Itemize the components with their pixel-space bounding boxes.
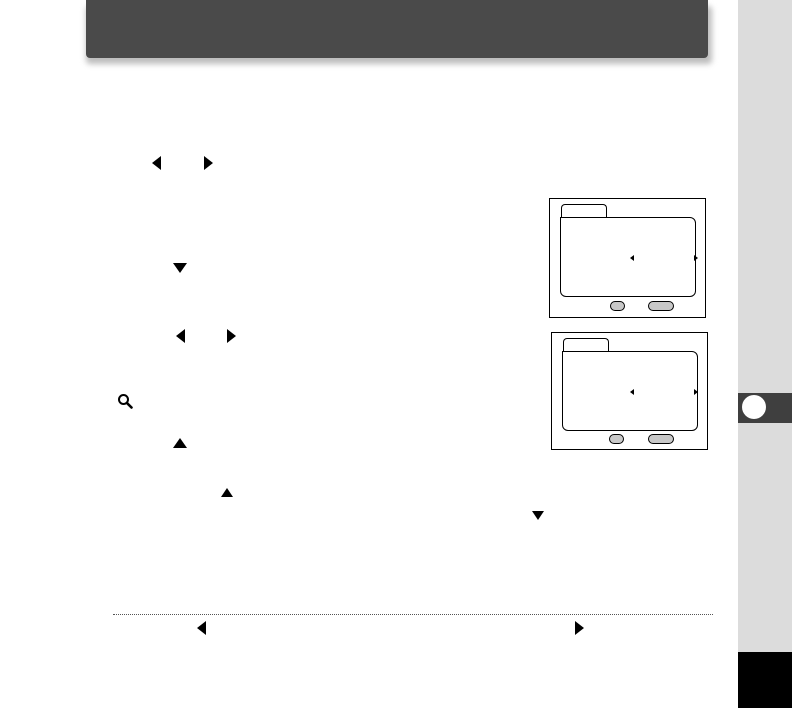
left-arrow-icon [176, 329, 185, 343]
page-number-box [738, 652, 792, 708]
lcd-screen-1 [549, 198, 706, 318]
magnifier-icon [118, 394, 133, 409]
left-arrow-icon [630, 255, 634, 261]
down-arrow-icon [532, 511, 544, 520]
right-arrow-icon [694, 389, 698, 395]
screen-button-left [609, 434, 624, 444]
right-arrow-icon [575, 621, 584, 635]
screen-button-right [648, 434, 674, 444]
screen-panel [560, 217, 696, 297]
up-arrow-icon [173, 438, 187, 448]
footnote-divider [113, 614, 713, 615]
left-arrow-icon [197, 621, 206, 635]
screen-button-right [648, 301, 674, 311]
right-arrow-icon [227, 329, 236, 343]
side-index-strip [738, 0, 792, 708]
down-arrow-icon [173, 263, 187, 273]
screen-button-left [610, 301, 625, 311]
chapter-header-bar [86, 0, 708, 58]
left-arrow-icon [152, 156, 161, 170]
left-arrow-icon [630, 389, 634, 395]
up-arrow-icon [221, 488, 233, 497]
right-arrow-icon [694, 255, 698, 261]
lcd-screen-2 [551, 332, 708, 450]
chapter-tab-marker [742, 395, 766, 419]
right-arrow-icon [204, 156, 213, 170]
